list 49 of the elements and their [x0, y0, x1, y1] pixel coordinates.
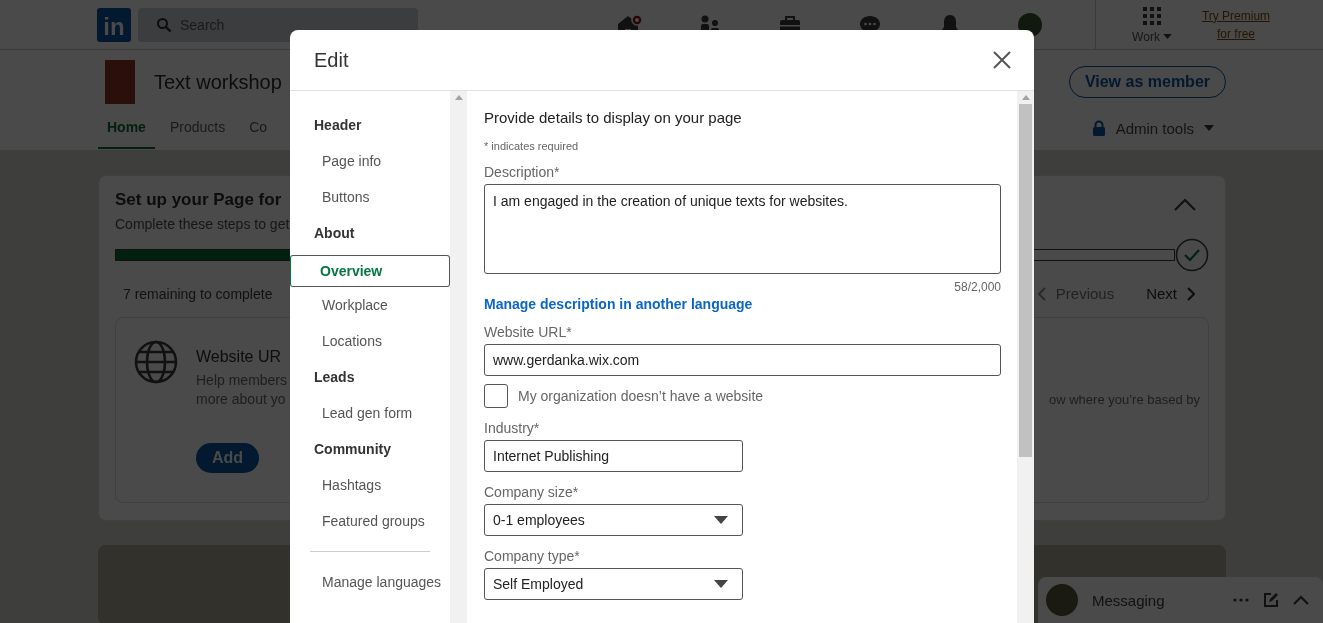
company-type-select[interactable]: Self Employed	[484, 568, 743, 600]
nav-item[interactable]: Workplace	[290, 287, 450, 323]
dialog-title: Edit	[314, 48, 349, 72]
close-icon[interactable]	[992, 50, 1012, 70]
nav-item[interactable]: Page info	[290, 143, 450, 179]
scrollbar[interactable]	[1017, 91, 1034, 623]
caret-icon	[714, 516, 728, 524]
grid-icon	[1142, 5, 1162, 26]
lock-icon	[1091, 120, 1106, 136]
nav-item[interactable]: Lead gen form	[290, 395, 450, 431]
nav-section-label: Leads	[313, 368, 356, 387]
company-size-select[interactable]: 0-1 employees	[484, 504, 743, 536]
checkbox[interactable]	[484, 384, 508, 408]
required-note: * indicates required	[484, 140, 579, 152]
remaining-count: 7 remaining to complete	[123, 285, 273, 302]
caret-icon	[1204, 125, 1214, 131]
field-label: Company size*	[484, 484, 579, 500]
messaging-label: Messaging	[1092, 591, 1166, 609]
nav-section-label: Community	[313, 440, 392, 459]
avatar-icon	[1046, 584, 1078, 616]
field-label: Description*	[484, 164, 560, 180]
nav-section-label: Header	[313, 116, 363, 135]
step-title: Website UR	[196, 348, 283, 366]
checkbox-label: My organization doesn’t have a website	[518, 388, 764, 404]
form-heading: Provide details to display on your page	[484, 109, 742, 126]
nav-item[interactable]: Hashtags	[290, 467, 450, 503]
card-title: Set up your Page for	[115, 190, 283, 210]
description-field[interactable]: I am engaged in the creation of unique texts for websites.	[484, 184, 1001, 274]
chevron-left-icon	[1037, 286, 1046, 301]
field-label: Company type*	[484, 548, 580, 564]
field-label: Website URL*	[484, 324, 572, 340]
page-logo-image	[105, 60, 135, 104]
website-field[interactable]: www.gerdanka.wix.com	[484, 344, 1001, 376]
globe-icon	[134, 340, 178, 384]
nav-section-label: About	[313, 224, 356, 243]
industry-field[interactable]: Internet Publishing	[484, 440, 743, 472]
nav-item[interactable]: Manage languages	[290, 564, 450, 600]
nav-item[interactable]: Featured groups	[290, 503, 450, 539]
manage-language-link[interactable]: Manage description in another language	[484, 296, 753, 312]
caret-icon	[1162, 34, 1172, 39]
character-counter: 58/2,000	[954, 280, 1001, 294]
page-title: Text workshop	[154, 70, 282, 94]
scrollbar[interactable]	[450, 91, 467, 623]
nav-item[interactable]: Overview	[290, 255, 450, 287]
field-label: Industry*	[484, 420, 540, 436]
nav-item[interactable]: Buttons	[290, 179, 450, 215]
caret-icon	[714, 580, 728, 588]
chevron-right-icon	[1187, 286, 1195, 301]
nav-item[interactable]: Locations	[290, 323, 450, 359]
